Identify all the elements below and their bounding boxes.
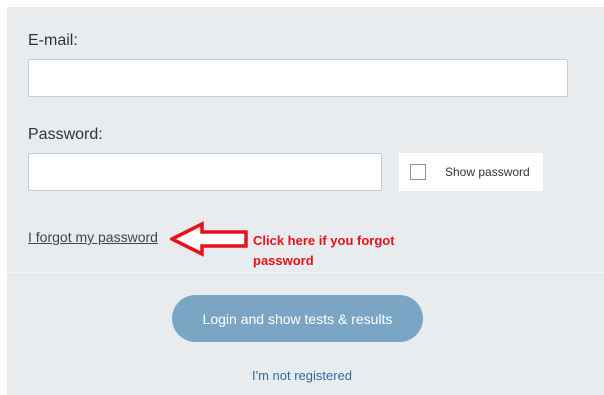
form-divider (7, 272, 604, 273)
email-field[interactable] (28, 59, 568, 97)
login-button[interactable]: Login and show tests & results (172, 295, 423, 342)
annotation-line-2: password (253, 253, 314, 268)
forgot-password-link[interactable]: I forgot my password (28, 229, 158, 245)
password-label: Password: (28, 126, 103, 143)
show-password-toggle[interactable]: Show password (399, 153, 543, 191)
show-password-checkbox[interactable] (410, 164, 426, 180)
annotation-line-1: Click here if you forgot (253, 233, 395, 248)
left-arrow-outline-icon (170, 221, 248, 257)
show-password-label: Show password (445, 165, 530, 179)
email-label: E-mail: (28, 32, 78, 49)
password-field[interactable] (28, 153, 382, 191)
forgot-password-annotation: Click here if you forgot password (253, 231, 433, 271)
not-registered-link[interactable]: I'm not registered (0, 368, 604, 383)
